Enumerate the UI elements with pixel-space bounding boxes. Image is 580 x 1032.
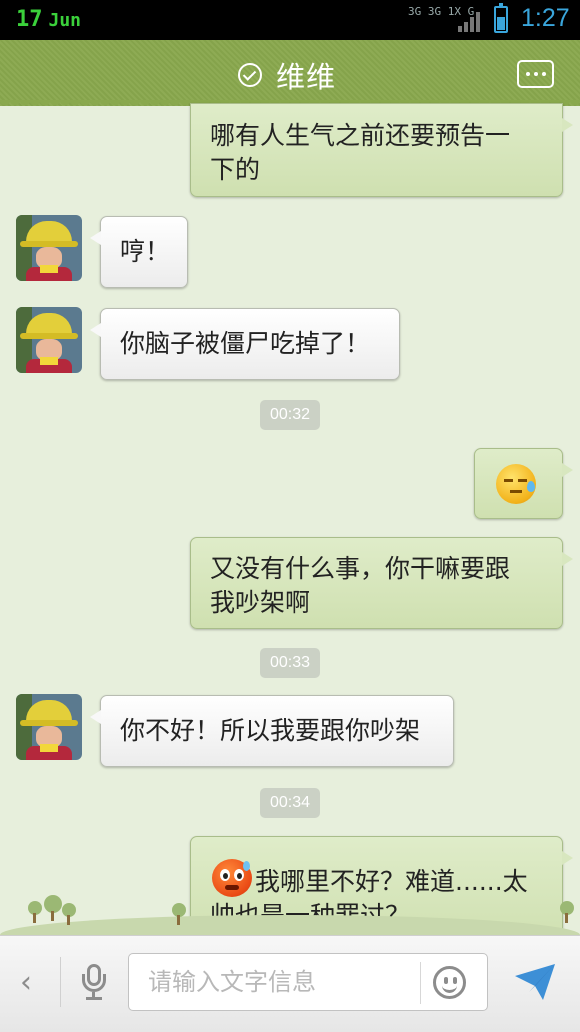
- message-text: 我吵架啊: [210, 588, 311, 617]
- message-text: 又没有什么事，你干嘛要跟: [210, 554, 511, 583]
- divider: [420, 962, 421, 1004]
- message-text: 下的: [210, 155, 261, 184]
- message-input-placeholder: 请输入文字信息: [148, 968, 316, 996]
- status-time: 1:27: [521, 4, 570, 32]
- contact-avatar[interactable]: [16, 694, 82, 760]
- message-bubble-outgoing[interactable]: [474, 448, 573, 519]
- smiley-icon[interactable]: [433, 966, 466, 999]
- microphone-icon[interactable]: [82, 964, 106, 1000]
- status-day: 17: [16, 7, 43, 32]
- more-dots-icon: [525, 72, 530, 76]
- message-text: 你不好！所以我要跟你吵架: [120, 716, 421, 745]
- dot: [541, 72, 546, 76]
- dot: [533, 72, 538, 76]
- message-timestamp: 00:32: [260, 400, 320, 430]
- check-circle-icon: [238, 63, 262, 87]
- status-bar: 17 Jun 3G 3G 1X G 1:27: [0, 0, 580, 40]
- message-text: 你脑子被僵尸吃掉了！: [120, 329, 371, 358]
- message-timestamp: 00:33: [260, 648, 320, 678]
- message-text: 我哪里不好？难道......太: [255, 867, 528, 896]
- message-bubble-incoming[interactable]: 你脑子被僵尸吃掉了！: [90, 308, 400, 380]
- message-bubble-incoming[interactable]: 哼！: [90, 216, 188, 288]
- message-text: 哪有人生气之前还要预告一: [210, 121, 511, 150]
- status-date: 17 Jun: [16, 7, 81, 32]
- message-timestamp: 00:34: [260, 788, 320, 818]
- chat-title: 维维: [276, 62, 337, 94]
- signal-bars-icon: [458, 10, 484, 32]
- angry-face-emoji: [212, 859, 252, 897]
- status-month: Jun: [48, 10, 82, 31]
- chat-title-group: 维维: [238, 58, 336, 94]
- battery-icon: [494, 3, 508, 33]
- message-bubble-outgoing[interactable]: 哪有人生气之前还要预告一 下的: [190, 103, 573, 197]
- message-bubble-incoming[interactable]: 你不好！所以我要跟你吵架: [90, 695, 454, 767]
- message-text: 哼！: [120, 237, 171, 266]
- send-arrow-icon[interactable]: [513, 962, 557, 1002]
- message-bubble-outgoing[interactable]: 又没有什么事，你干嘛要跟 我吵架啊: [190, 537, 573, 629]
- contact-avatar[interactable]: [16, 215, 82, 281]
- chevron-left-icon[interactable]: ‹: [20, 968, 34, 998]
- sweat-face-emoji: [496, 464, 536, 504]
- divider: [60, 957, 61, 1007]
- decorative-landscape: [0, 895, 580, 935]
- contact-avatar[interactable]: [16, 307, 82, 373]
- more-options-button[interactable]: [517, 60, 554, 88]
